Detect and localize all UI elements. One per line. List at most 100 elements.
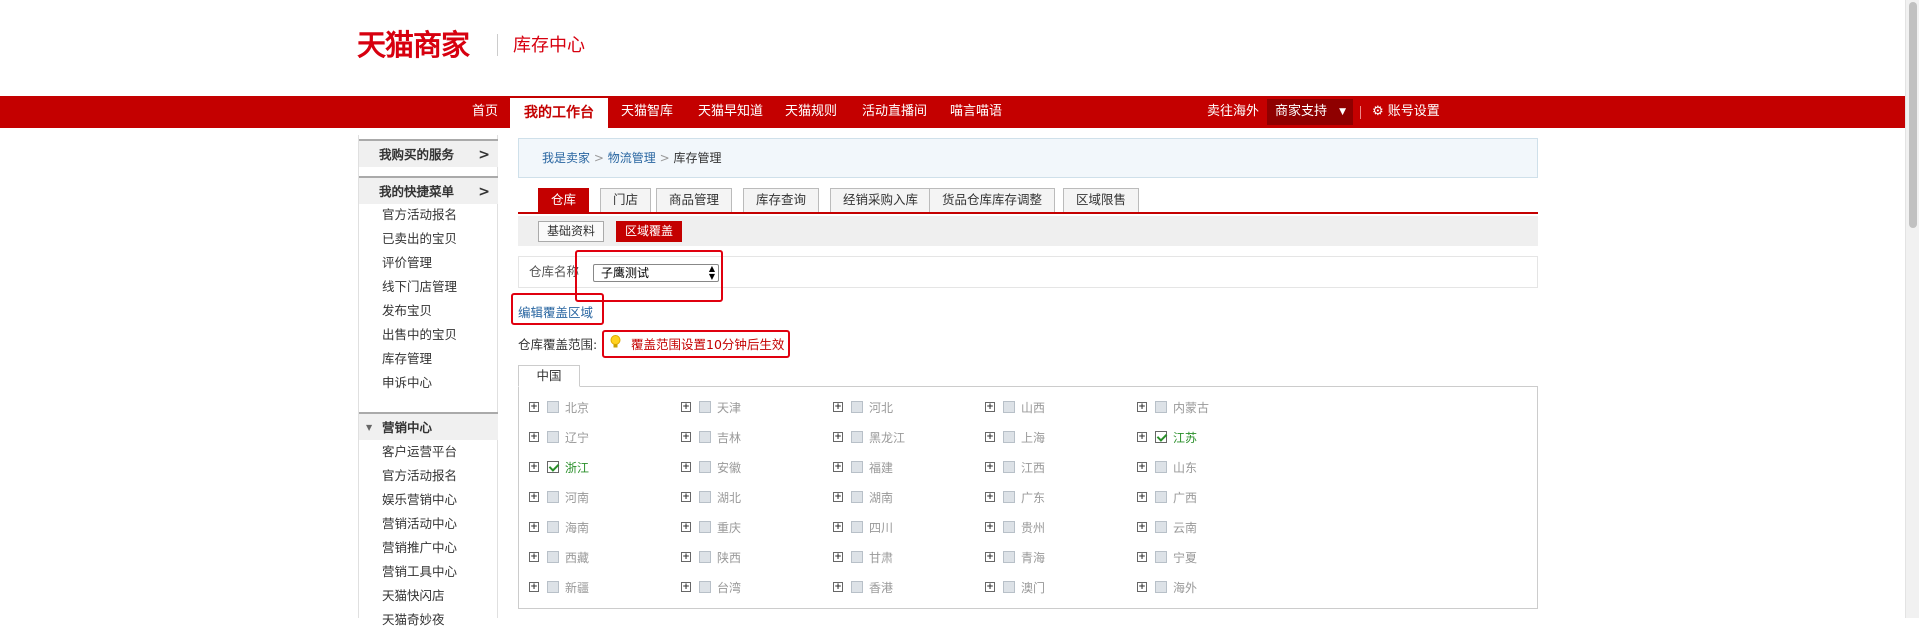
province-checkbox[interactable] xyxy=(547,461,559,473)
expand-plus-icon[interactable]: + xyxy=(681,552,691,562)
expand-plus-icon[interactable]: + xyxy=(985,492,995,502)
province-checkbox[interactable] xyxy=(1155,551,1167,563)
expand-plus-icon[interactable]: + xyxy=(1137,552,1147,562)
sidebar-item-tools[interactable]: 营销工具中心 xyxy=(382,564,457,580)
expand-plus-icon[interactable]: + xyxy=(681,402,691,412)
province-checkbox[interactable] xyxy=(547,401,559,413)
province-checkbox[interactable] xyxy=(1155,431,1167,443)
tab-store[interactable]: 门店 xyxy=(600,188,652,212)
breadcrumb-seller[interactable]: 我是卖家 xyxy=(542,151,590,165)
breadcrumb-logistics[interactable]: 物流管理 xyxy=(608,151,656,165)
expand-plus-icon[interactable]: + xyxy=(1137,432,1147,442)
expand-plus-icon[interactable]: + xyxy=(833,582,843,592)
page-scrollbar[interactable] xyxy=(1905,0,1919,618)
expand-plus-icon[interactable]: + xyxy=(833,552,843,562)
nav-meow[interactable]: 喵言喵语 xyxy=(950,96,1002,128)
expand-plus-icon[interactable]: + xyxy=(529,492,539,502)
sidebar-item-complaints[interactable]: 申诉中心 xyxy=(382,375,432,391)
expand-plus-icon[interactable]: + xyxy=(529,582,539,592)
expand-plus-icon[interactable]: + xyxy=(985,432,995,442)
sidebar-item-publish[interactable]: 发布宝贝 xyxy=(382,303,432,319)
expand-plus-icon[interactable]: + xyxy=(833,402,843,412)
province-checkbox[interactable] xyxy=(699,491,711,503)
sidebar-item-official-activity[interactable]: 官方活动报名 xyxy=(382,468,457,484)
subtab-region-coverage[interactable]: 区域覆盖 xyxy=(616,221,683,242)
tab-purchase-inbound[interactable]: 经销采购入库 xyxy=(830,188,932,212)
expand-plus-icon[interactable]: + xyxy=(681,462,691,472)
province-checkbox[interactable] xyxy=(1155,461,1167,473)
expand-plus-icon[interactable]: + xyxy=(833,492,843,502)
nav-rules[interactable]: 天猫规则 xyxy=(785,96,837,128)
expand-plus-icon[interactable]: + xyxy=(1137,522,1147,532)
expand-plus-icon[interactable]: + xyxy=(681,522,691,532)
sidebar-item-activity-signup[interactable]: 官方活动报名 xyxy=(382,207,457,223)
tab-product-mgmt[interactable]: 商品管理 xyxy=(656,188,733,212)
nav-home[interactable]: 首页 xyxy=(472,96,498,128)
province-checkbox[interactable] xyxy=(1003,581,1015,593)
province-checkbox[interactable] xyxy=(1003,431,1015,443)
sidebar-item-popup-store[interactable]: 天猫快闪店 xyxy=(382,588,445,604)
merchant-support-dropdown[interactable]: 商家支持 ▼ xyxy=(1267,99,1353,125)
province-checkbox[interactable] xyxy=(851,551,863,563)
expand-plus-icon[interactable]: + xyxy=(985,522,995,532)
expand-plus-icon[interactable]: + xyxy=(1137,582,1147,592)
province-checkbox[interactable] xyxy=(1003,521,1015,533)
province-checkbox[interactable] xyxy=(699,461,711,473)
expand-plus-icon[interactable]: + xyxy=(681,492,691,502)
tab-china[interactable]: 中国 xyxy=(518,365,580,387)
sidebar-item-customer-ops[interactable]: 客户运营平台 xyxy=(382,444,457,460)
expand-plus-icon[interactable]: + xyxy=(1137,402,1147,412)
tab-inventory-query[interactable]: 库存查询 xyxy=(743,188,820,212)
expand-plus-icon[interactable]: + xyxy=(1137,492,1147,502)
scrollbar-thumb[interactable] xyxy=(1909,2,1917,228)
expand-plus-icon[interactable]: + xyxy=(529,552,539,562)
quick-menu-header[interactable]: 我的快捷菜单 > xyxy=(359,176,498,204)
province-checkbox[interactable] xyxy=(1003,551,1015,563)
expand-plus-icon[interactable]: + xyxy=(985,552,995,562)
province-checkbox[interactable] xyxy=(851,461,863,473)
expand-plus-icon[interactable]: + xyxy=(529,432,539,442)
province-checkbox[interactable] xyxy=(547,581,559,593)
sidebar-item-offline-stores[interactable]: 线下门店管理 xyxy=(382,279,457,295)
expand-plus-icon[interactable]: + xyxy=(681,582,691,592)
province-checkbox[interactable] xyxy=(699,431,711,443)
province-checkbox[interactable] xyxy=(1155,401,1167,413)
province-checkbox[interactable] xyxy=(699,401,711,413)
province-checkbox[interactable] xyxy=(1155,581,1167,593)
expand-plus-icon[interactable]: + xyxy=(1137,462,1147,472)
nav-sell-overseas[interactable]: 卖往海外 xyxy=(1207,96,1259,128)
tab-warehouse[interactable]: 仓库 xyxy=(538,188,590,212)
expand-plus-icon[interactable]: + xyxy=(529,402,539,412)
province-checkbox[interactable] xyxy=(547,551,559,563)
province-checkbox[interactable] xyxy=(851,521,863,533)
expand-plus-icon[interactable]: + xyxy=(833,432,843,442)
nav-think-tank[interactable]: 天猫智库 xyxy=(621,96,673,128)
expand-plus-icon[interactable]: + xyxy=(985,462,995,472)
province-checkbox[interactable] xyxy=(1003,401,1015,413)
expand-plus-icon[interactable]: + xyxy=(681,432,691,442)
province-checkbox[interactable] xyxy=(851,491,863,503)
province-checkbox[interactable] xyxy=(699,521,711,533)
tab-stock-adjust[interactable]: 货品仓库库存调整 xyxy=(929,188,1056,212)
sidebar-item-sold-items[interactable]: 已卖出的宝贝 xyxy=(382,231,457,247)
province-checkbox[interactable] xyxy=(851,401,863,413)
province-checkbox[interactable] xyxy=(699,551,711,563)
nav-workbench[interactable]: 我的工作台 xyxy=(510,98,608,128)
account-settings[interactable]: ⚙ 账号设置 xyxy=(1372,96,1440,128)
province-checkbox[interactable] xyxy=(547,491,559,503)
nav-early-know[interactable]: 天猫早知道 xyxy=(698,96,763,128)
sidebar-item-inventory[interactable]: 库存管理 xyxy=(382,351,432,367)
sidebar-item-magic-night[interactable]: 天猫奇妙夜 xyxy=(382,612,445,628)
sidebar-item-marketing-activity[interactable]: 营销活动中心 xyxy=(382,516,457,532)
province-checkbox[interactable] xyxy=(851,431,863,443)
province-checkbox[interactable] xyxy=(547,521,559,533)
sidebar-item-promotion[interactable]: 营销推广中心 xyxy=(382,540,457,556)
nav-live[interactable]: 活动直播间 xyxy=(862,96,927,128)
sidebar-item-on-sale[interactable]: 出售中的宝贝 xyxy=(382,327,457,343)
purchased-services-header[interactable]: 我购买的服务 > xyxy=(359,139,498,167)
province-checkbox[interactable] xyxy=(1155,491,1167,503)
expand-plus-icon[interactable]: + xyxy=(529,522,539,532)
expand-plus-icon[interactable]: + xyxy=(833,462,843,472)
expand-plus-icon[interactable]: + xyxy=(985,582,995,592)
tmall-logo[interactable]: 天猫商家 xyxy=(357,28,470,62)
